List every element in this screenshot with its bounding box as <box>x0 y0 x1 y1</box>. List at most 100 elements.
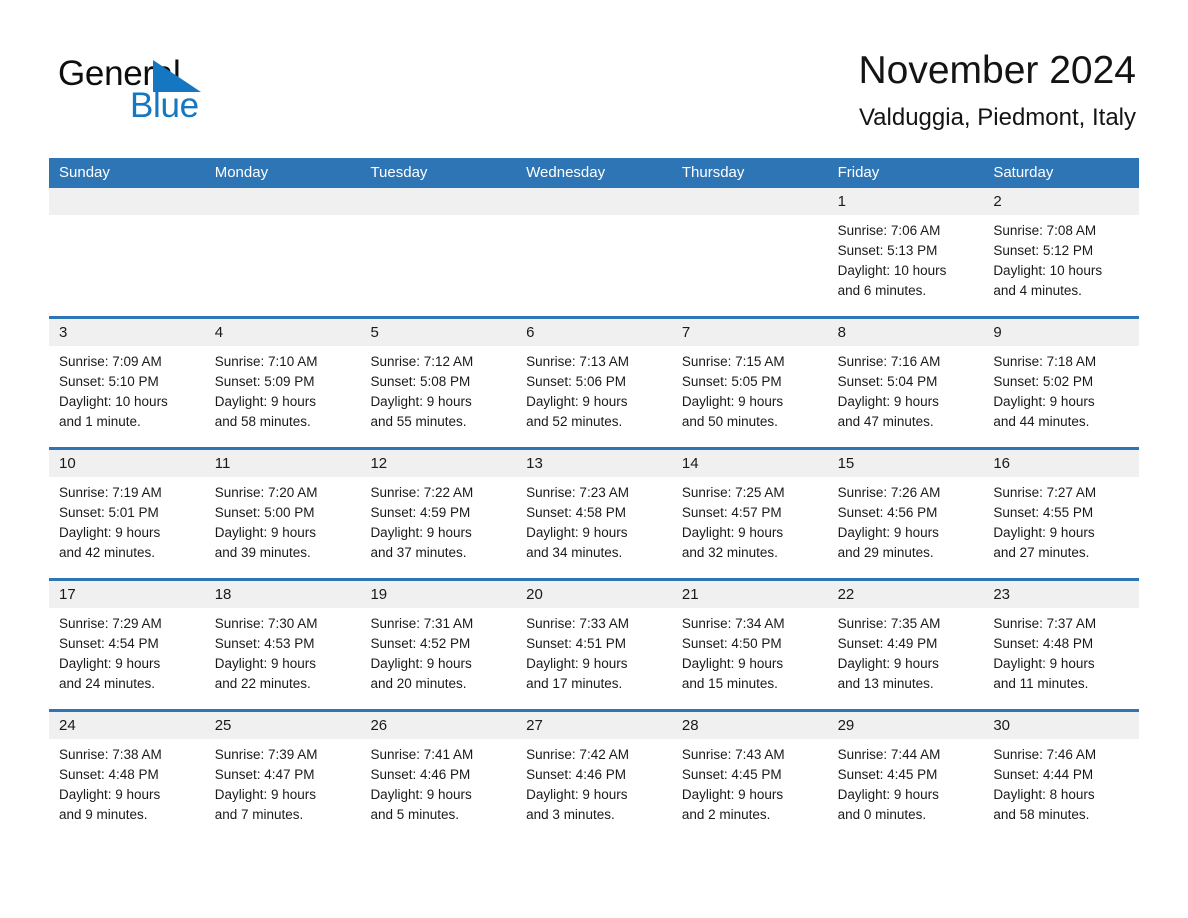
day-details: Sunrise: 7:06 AM Sunset: 5:13 PM Daylight:… <box>828 215 984 316</box>
calendar-week-row: 24 Sunrise: 7:38 AM Sunset: 4:48 PM Dayligh… <box>49 709 1140 840</box>
day-number: 1 <box>827 188 984 215</box>
calendar-day-cell[interactable]: 8 Sunrise: 7:16 AM Sunset: 5:04 PM Daylight… <box>827 319 984 447</box>
day-detail-line: and 39 minutes. <box>214 545 311 560</box>
day-details: Sunrise: 7:42 AM Sunset: 4:46 PM Daylight:… <box>516 739 672 840</box>
day-detail-line: Sunrise: 7:29 AM <box>59 616 162 631</box>
day-detail-line: Sunset: 4:54 PM <box>59 636 159 651</box>
day-details: Sunrise: 7:18 AM Sunset: 5:02 PM Daylight:… <box>983 346 1139 447</box>
calendar-day-cell[interactable]: 13 Sunrise: 7:23 AM Sunset: 4:58 PM Dayligh… <box>516 450 672 578</box>
day-detail-line: Daylight: 9 hours <box>59 656 161 671</box>
calendar-day-cell[interactable]: 4 Sunrise: 7:10 AM Sunset: 5:09 PM Daylight… <box>204 319 361 447</box>
calendar-day-cell[interactable]: 22 Sunrise: 7:35 AM Sunset: 4:49 PM Dayligh… <box>827 581 984 709</box>
day-detail-line: Sunrise: 7:18 AM <box>993 354 1097 369</box>
day-detail-line: Sunset: 4:50 PM <box>681 636 782 651</box>
calendar-day-cell[interactable]: 21 Sunrise: 7:34 AM Sunset: 4:50 PM Dayligh… <box>671 581 828 709</box>
day-detail-line: and 15 minutes. <box>681 676 778 691</box>
day-detail-line: Sunrise: 7:30 AM <box>214 616 318 631</box>
day-detail-line: Daylight: 9 hours <box>993 525 1095 540</box>
calendar-day-cell[interactable]: 26 Sunrise: 7:41 AM Sunset: 4:46 PM Dayligh… <box>360 712 517 840</box>
day-number: 17 <box>49 581 205 608</box>
calendar-day-cell[interactable]: 10 Sunrise: 7:19 AM Sunset: 5:01 PM Dayligh… <box>49 450 205 578</box>
day-detail-line: Sunrise: 7:13 AM <box>526 354 629 369</box>
day-details: Sunrise: 7:29 AM Sunset: 4:54 PM Daylight:… <box>49 608 205 709</box>
day-detail-line: and 50 minutes. <box>681 414 778 429</box>
calendar-day-cell[interactable]: 6 Sunrise: 7:13 AM Sunset: 5:06 PM Daylight… <box>516 319 672 447</box>
calendar-day-cell[interactable]: 20 Sunrise: 7:33 AM Sunset: 4:51 PM Dayligh… <box>516 581 672 709</box>
day-details: Sunrise: 7:10 AM Sunset: 5:09 PM Daylight:… <box>205 346 361 447</box>
calendar-day-cell[interactable]: 17 Sunrise: 7:29 AM Sunset: 4:54 PM Dayligh… <box>49 581 205 709</box>
day-detail-line: and 9 minutes. <box>59 807 148 822</box>
calendar-day-cell[interactable]: 1 Sunrise: 7:06 AM Sunset: 5:13 PM Daylight… <box>827 188 984 316</box>
day-details <box>49 215 205 316</box>
brand-logo[interactable]: General Blue <box>58 55 388 135</box>
calendar-day-cell[interactable]: 15 Sunrise: 7:26 AM Sunset: 4:56 PM Dayligh… <box>827 450 984 578</box>
day-detail-line: Sunrise: 7:46 AM <box>993 747 1097 762</box>
calendar-day-cell[interactable]: 3 Sunrise: 7:09 AM Sunset: 5:10 PM Daylight… <box>49 319 205 447</box>
day-detail-line: Daylight: 9 hours <box>526 656 628 671</box>
calendar-day-cell[interactable]: 7 Sunrise: 7:15 AM Sunset: 5:05 PM Daylight… <box>671 319 828 447</box>
calendar-day-cell[interactable]: 5 Sunrise: 7:12 AM Sunset: 5:08 PM Daylight… <box>360 319 517 447</box>
calendar-day-cell[interactable]: 28 Sunrise: 7:43 AM Sunset: 4:45 PM Dayligh… <box>671 712 828 840</box>
day-detail-line: Sunset: 4:51 PM <box>526 636 626 651</box>
day-detail-line: Daylight: 9 hours <box>837 656 939 671</box>
page-header: General Blue November 2024 Valduggia, Pi… <box>0 0 1188 158</box>
day-number: 22 <box>827 581 984 608</box>
day-detail-line: Sunset: 4:48 PM <box>59 767 159 782</box>
day-number: 12 <box>360 450 517 477</box>
day-detail-line: and 7 minutes. <box>214 807 304 822</box>
day-detail-line: and 29 minutes. <box>837 545 934 560</box>
calendar-day-cell[interactable]: 9 Sunrise: 7:18 AM Sunset: 5:02 PM Daylight… <box>983 319 1140 447</box>
day-detail-line: and 11 minutes. <box>993 676 1089 691</box>
day-number <box>516 188 672 215</box>
day-number: 18 <box>204 581 361 608</box>
day-number: 8 <box>827 319 984 346</box>
day-detail-line: and 58 minutes. <box>993 807 1090 822</box>
day-details <box>360 215 516 316</box>
calendar-day-cell[interactable]: 25 Sunrise: 7:39 AM Sunset: 4:47 PM Dayligh… <box>204 712 361 840</box>
calendar-day-cell[interactable]: 23 Sunrise: 7:37 AM Sunset: 4:48 PM Dayligh… <box>983 581 1140 709</box>
day-number <box>204 188 361 215</box>
calendar-day-cell[interactable]: 18 Sunrise: 7:30 AM Sunset: 4:53 PM Dayligh… <box>204 581 361 709</box>
calendar-day-cell[interactable]: 2 Sunrise: 7:08 AM Sunset: 5:12 PM Daylight… <box>983 188 1140 316</box>
day-detail-line: Sunset: 5:00 PM <box>214 505 315 520</box>
day-details <box>516 215 672 316</box>
day-detail-line: Daylight: 9 hours <box>837 787 939 802</box>
day-detail-line: Sunset: 4:55 PM <box>993 505 1094 520</box>
day-details: Sunrise: 7:12 AM Sunset: 5:08 PM Daylight:… <box>360 346 516 447</box>
calendar-day-cell[interactable]: 11 Sunrise: 7:20 AM Sunset: 5:00 PM Dayligh… <box>204 450 361 578</box>
day-detail-line: Sunset: 5:10 PM <box>59 374 159 389</box>
day-number <box>49 188 205 215</box>
day-details: Sunrise: 7:37 AM Sunset: 4:48 PM Daylight:… <box>983 608 1139 709</box>
day-details: Sunrise: 7:23 AM Sunset: 4:58 PM Daylight:… <box>516 477 672 578</box>
day-details: Sunrise: 7:27 AM Sunset: 4:55 PM Daylight:… <box>983 477 1139 578</box>
day-details: Sunrise: 7:09 AM Sunset: 5:10 PM Daylight:… <box>49 346 205 447</box>
day-detail-line: Daylight: 9 hours <box>681 525 784 540</box>
weekday-header-wednesday: Wednesday <box>526 164 606 181</box>
calendar-day-cell[interactable]: 14 Sunrise: 7:25 AM Sunset: 4:57 PM Dayligh… <box>671 450 828 578</box>
calendar-day-cell[interactable]: 24 Sunrise: 7:38 AM Sunset: 4:48 PM Dayligh… <box>49 712 205 840</box>
day-detail-line: Daylight: 9 hours <box>370 525 472 540</box>
calendar-day-cell[interactable]: 19 Sunrise: 7:31 AM Sunset: 4:52 PM Dayligh… <box>360 581 517 709</box>
day-details: Sunrise: 7:41 AM Sunset: 4:46 PM Daylight:… <box>360 739 516 840</box>
day-number: 10 <box>49 450 205 477</box>
day-detail-line: Sunset: 5:09 PM <box>214 374 315 389</box>
day-detail-line: Sunset: 4:47 PM <box>214 767 315 782</box>
day-detail-line: and 17 minutes. <box>526 676 623 691</box>
calendar-week-row: 10 Sunrise: 7:19 AM Sunset: 5:01 PM Dayligh… <box>49 447 1140 578</box>
day-detail-line: Sunset: 4:45 PM <box>837 767 938 782</box>
calendar-day-cell[interactable]: 12 Sunrise: 7:22 AM Sunset: 4:59 PM Dayligh… <box>360 450 517 578</box>
day-number: 21 <box>671 581 828 608</box>
day-detail-line: Sunrise: 7:42 AM <box>526 747 629 762</box>
day-details: Sunrise: 7:46 AM Sunset: 4:44 PM Daylight:… <box>983 739 1139 840</box>
calendar-day-cell[interactable]: 30 Sunrise: 7:46 AM Sunset: 4:44 PM Dayligh… <box>983 712 1140 840</box>
day-details: Sunrise: 7:26 AM Sunset: 4:56 PM Daylight:… <box>828 477 984 578</box>
calendar-day-cell[interactable]: 16 Sunrise: 7:27 AM Sunset: 4:55 PM Dayligh… <box>983 450 1140 578</box>
calendar-day-cell[interactable]: 27 Sunrise: 7:42 AM Sunset: 4:46 PM Dayligh… <box>516 712 672 840</box>
day-detail-line: Sunset: 5:02 PM <box>993 374 1094 389</box>
day-detail-line: Daylight: 9 hours <box>370 394 472 409</box>
calendar-day-cell[interactable]: 29 Sunrise: 7:44 AM Sunset: 4:45 PM Dayligh… <box>827 712 984 840</box>
day-details: Sunrise: 7:16 AM Sunset: 5:04 PM Daylight:… <box>828 346 984 447</box>
calendar-week-row: 3 Sunrise: 7:09 AM Sunset: 5:10 PM Daylight… <box>49 316 1140 447</box>
day-detail-line: Daylight: 9 hours <box>526 787 628 802</box>
day-number: 14 <box>671 450 828 477</box>
